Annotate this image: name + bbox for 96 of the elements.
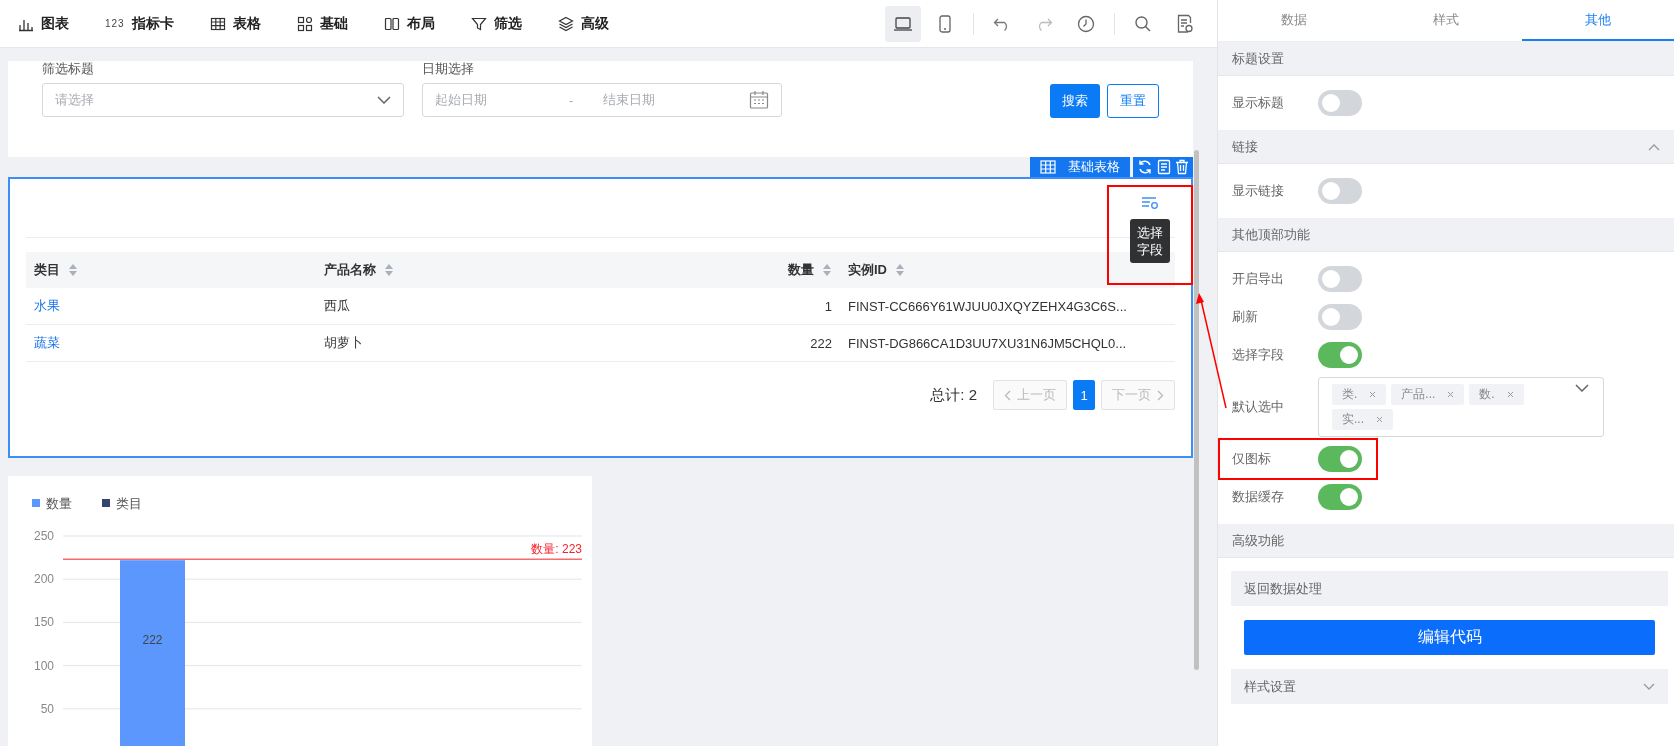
close-icon[interactable] bbox=[1447, 391, 1455, 398]
copy-icon[interactable] bbox=[1157, 159, 1171, 175]
table-icon bbox=[1040, 160, 1056, 174]
column-header[interactable]: 类目 bbox=[26, 261, 316, 279]
scrollbar[interactable] bbox=[1194, 150, 1199, 670]
toolbar-item[interactable]: 图表 bbox=[18, 14, 69, 33]
setting-label: 默认选中 bbox=[1232, 398, 1285, 416]
edit-code-button[interactable]: 编辑代码 bbox=[1244, 620, 1655, 655]
column-settings-icon[interactable] bbox=[1141, 195, 1159, 211]
table-cell-text: FINST-DG866CA1D3UU7XU31N6JM5CHQL0... bbox=[847, 335, 1128, 351]
setting-label: 仅图标 bbox=[1232, 450, 1272, 468]
axis-tick-label: 250 bbox=[33, 529, 54, 543]
phone-icon bbox=[938, 14, 952, 33]
axis-tick-label: 150 bbox=[33, 615, 54, 630]
table-cell-text: 222 bbox=[809, 335, 833, 351]
axis-tick-label: 50 bbox=[40, 701, 54, 716]
section-header[interactable]: 链接 bbox=[1218, 130, 1674, 164]
table-link[interactable]: 水果 bbox=[26, 297, 316, 315]
field-label: 日期选择 bbox=[422, 61, 475, 77]
close-icon[interactable] bbox=[1376, 416, 1383, 423]
column-header[interactable]: 数量 bbox=[758, 261, 840, 279]
sort-icon bbox=[822, 263, 832, 277]
multi-select-field[interactable]: 类. 产品... 数. 实... bbox=[1318, 377, 1604, 437]
columns-icon bbox=[383, 15, 400, 32]
page-button[interactable]: 1 bbox=[1073, 380, 1095, 410]
tooltip: 选择字段 bbox=[1130, 219, 1170, 263]
grid-icon bbox=[296, 15, 313, 32]
field-label: 筛选标题 bbox=[42, 61, 95, 77]
collapse-header[interactable]: 样式设置 bbox=[1231, 669, 1668, 704]
total-count: 总计: 2 bbox=[930, 385, 977, 405]
chevron-down-icon bbox=[377, 96, 391, 104]
toolbar-item[interactable]: 表格 bbox=[209, 14, 261, 33]
tag-chip: 产品... bbox=[1391, 384, 1465, 405]
component-tag: 基础表格 bbox=[1030, 157, 1130, 177]
clock-icon bbox=[1077, 14, 1095, 33]
subsection-header: 返回数据处理 bbox=[1231, 571, 1668, 606]
toolbar-item[interactable]: 高级 bbox=[557, 14, 609, 33]
tag-chip: 实... bbox=[1332, 409, 1393, 430]
reset-button[interactable]: 重置 bbox=[1107, 84, 1159, 118]
setting-label: 显示链接 bbox=[1232, 182, 1285, 200]
search-icon bbox=[1134, 14, 1152, 33]
chevron-down-icon bbox=[1575, 384, 1589, 392]
table-cell-text: FINST-CC666Y61WJUU0JXQYZEHX4G3C6S... bbox=[847, 298, 1128, 314]
setting-label: 显示标题 bbox=[1232, 94, 1285, 112]
section-header[interactable]: 高级功能 bbox=[1218, 524, 1674, 558]
panel-tab[interactable]: 数据 bbox=[1218, 0, 1370, 41]
table-cell-text: 西瓜 bbox=[323, 297, 351, 315]
chevron-right-icon bbox=[1157, 389, 1164, 401]
toggle-switch[interactable] bbox=[1318, 178, 1362, 204]
toolbar-item[interactable]: 123 指标卡 bbox=[105, 14, 174, 33]
close-icon[interactable] bbox=[1506, 391, 1514, 398]
layers-icon bbox=[557, 15, 574, 32]
column-header[interactable]: 实例ID bbox=[840, 261, 1175, 279]
delete-icon[interactable] bbox=[1175, 159, 1189, 175]
sort-icon bbox=[384, 263, 394, 277]
search-button[interactable]: 搜索 bbox=[1050, 84, 1100, 118]
legend-label: 数量 bbox=[46, 496, 72, 511]
panel-tab[interactable]: 样式 bbox=[1370, 0, 1522, 41]
legend-label: 类目 bbox=[116, 496, 142, 511]
table-cell-text: 1 bbox=[823, 298, 833, 314]
section-header[interactable]: 其他顶部功能 bbox=[1218, 218, 1674, 252]
toggle-switch[interactable] bbox=[1318, 342, 1362, 368]
setting-label: 数据缓存 bbox=[1232, 488, 1285, 506]
filter-icon bbox=[470, 15, 487, 32]
table-icon bbox=[209, 15, 226, 32]
toggle-switch[interactable] bbox=[1318, 484, 1362, 510]
setting-label: 刷新 bbox=[1232, 308, 1259, 326]
chevron-left-icon bbox=[1004, 389, 1011, 401]
toggle-switch[interactable] bbox=[1318, 266, 1362, 292]
tag-chip: 数. bbox=[1469, 384, 1524, 405]
number-icon: 123 bbox=[105, 18, 125, 29]
toggle-switch[interactable] bbox=[1318, 446, 1362, 472]
calendar-icon bbox=[749, 90, 769, 110]
toolbar-button[interactable] bbox=[885, 5, 921, 42]
toolbar-item[interactable]: 筛选 bbox=[470, 14, 522, 33]
setting-label: 开启导出 bbox=[1232, 270, 1285, 288]
axis-tick-label: 100 bbox=[33, 658, 54, 673]
sort-icon bbox=[895, 263, 905, 277]
reference-line-label: 数量: 223 bbox=[531, 542, 582, 557]
close-icon[interactable] bbox=[1369, 391, 1377, 398]
document-settings-icon bbox=[1176, 13, 1194, 34]
table-link[interactable]: 蔬菜 bbox=[26, 334, 316, 352]
section-header[interactable]: 标题设置 bbox=[1218, 42, 1674, 76]
toggle-switch[interactable] bbox=[1318, 304, 1362, 330]
axis-tick-label: 200 bbox=[33, 572, 54, 587]
laptop-icon bbox=[893, 15, 913, 32]
toolbar-item[interactable]: 布局 bbox=[383, 14, 435, 33]
refresh-icon[interactable] bbox=[1137, 159, 1153, 175]
tag-chip: 类. bbox=[1332, 384, 1387, 405]
bar-value-label: 222 bbox=[142, 633, 163, 648]
sort-icon bbox=[68, 263, 78, 277]
table-cell-text: 胡萝卜 bbox=[323, 334, 364, 352]
toolbar-item[interactable]: 基础 bbox=[296, 14, 348, 33]
toggle-switch[interactable] bbox=[1318, 90, 1362, 116]
column-header[interactable]: 产品名称 bbox=[316, 261, 758, 279]
setting-label: 选择字段 bbox=[1232, 346, 1285, 364]
